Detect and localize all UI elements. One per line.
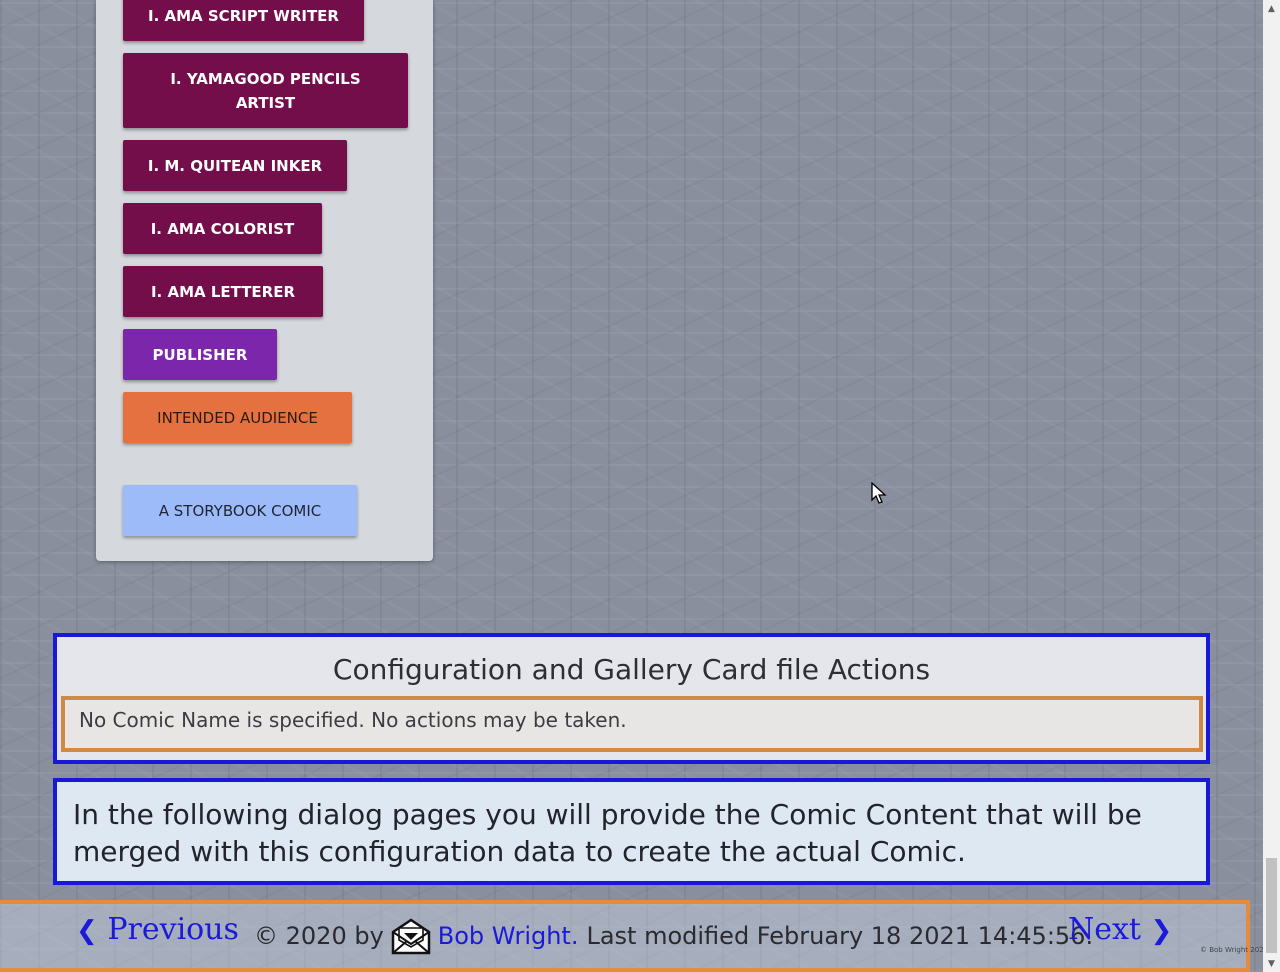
- footer-nav: ❮ Previous © 2020 by Bob Wright. Last mo…: [0, 900, 1250, 972]
- intended-audience-button[interactable]: INTENDED AUDIENCE: [123, 392, 352, 443]
- inker-label: I. M. QUITEAN INKER: [147, 156, 323, 175]
- scroll-up-arrow-icon[interactable]: ▲: [1263, 0, 1280, 17]
- copyright-prefix: © 2020 by: [254, 922, 384, 950]
- next-label: Next: [1068, 912, 1141, 947]
- vertical-scrollbar[interactable]: ▲ ▼: [1263, 0, 1280, 972]
- scroll-down-arrow-icon[interactable]: ▼: [1263, 955, 1280, 972]
- actions-title: Configuration and Gallery Card file Acti…: [332, 653, 931, 686]
- publisher-button[interactable]: PUBLISHER: [123, 329, 277, 380]
- next-link[interactable]: Next ❯: [1068, 912, 1172, 947]
- info-text: In the following dialog pages you will p…: [73, 798, 1142, 868]
- colorist-label: I. AMA COLORIST: [150, 219, 295, 238]
- pencils-artist-button[interactable]: I. YAMAGOOD PENCILS ARTIST: [123, 53, 408, 128]
- previous-label: Previous: [107, 912, 239, 947]
- publisher-label: PUBLISHER: [152, 345, 248, 364]
- previous-link[interactable]: ❮ Previous: [76, 912, 239, 947]
- sidebar-panel: I. AMA SCRIPT WRITER I. YAMAGOOD PENCILS…: [96, 0, 433, 561]
- info-panel: In the following dialog pages you will p…: [53, 778, 1210, 885]
- letterer-button[interactable]: I. AMA LETTERER: [123, 266, 323, 317]
- storybook-comic-button[interactable]: A STORYBOOK COMIC: [123, 485, 357, 536]
- mouse-cursor-icon: [871, 482, 887, 504]
- last-modified: Last modified February 18 2021 14:45:56.: [586, 922, 1094, 950]
- pencils-artist-label: I. YAMAGOOD PENCILS ARTIST: [170, 69, 361, 112]
- actions-panel: Configuration and Gallery Card file Acti…: [53, 633, 1210, 764]
- letterer-label: I. AMA LETTERER: [150, 282, 296, 301]
- notice-text: No Comic Name is specified. No actions m…: [79, 708, 627, 732]
- copyright-line: © 2020 by Bob Wright. Last modified Febr…: [254, 916, 1093, 956]
- script-writer-label: I. AMA SCRIPT WRITER: [148, 6, 339, 25]
- author-link[interactable]: Bob Wright.: [438, 922, 579, 950]
- storybook-comic-label: A STORYBOOK COMIC: [158, 501, 322, 520]
- actions-notice: No Comic Name is specified. No actions m…: [61, 696, 1203, 752]
- chevron-right-icon: ❯: [1150, 916, 1173, 946]
- colorist-button[interactable]: I. AMA COLORIST: [123, 203, 322, 254]
- credit-text: © Bob Wright 2020: [1200, 946, 1269, 954]
- envelope-icon[interactable]: [390, 916, 432, 956]
- chevron-left-icon: ❮: [76, 916, 98, 946]
- scrollbar-thumb[interactable]: [1266, 858, 1277, 953]
- script-writer-button[interactable]: I. AMA SCRIPT WRITER: [123, 0, 364, 41]
- intended-audience-label: INTENDED AUDIENCE: [157, 408, 318, 427]
- inker-button[interactable]: I. M. QUITEAN INKER: [123, 140, 347, 191]
